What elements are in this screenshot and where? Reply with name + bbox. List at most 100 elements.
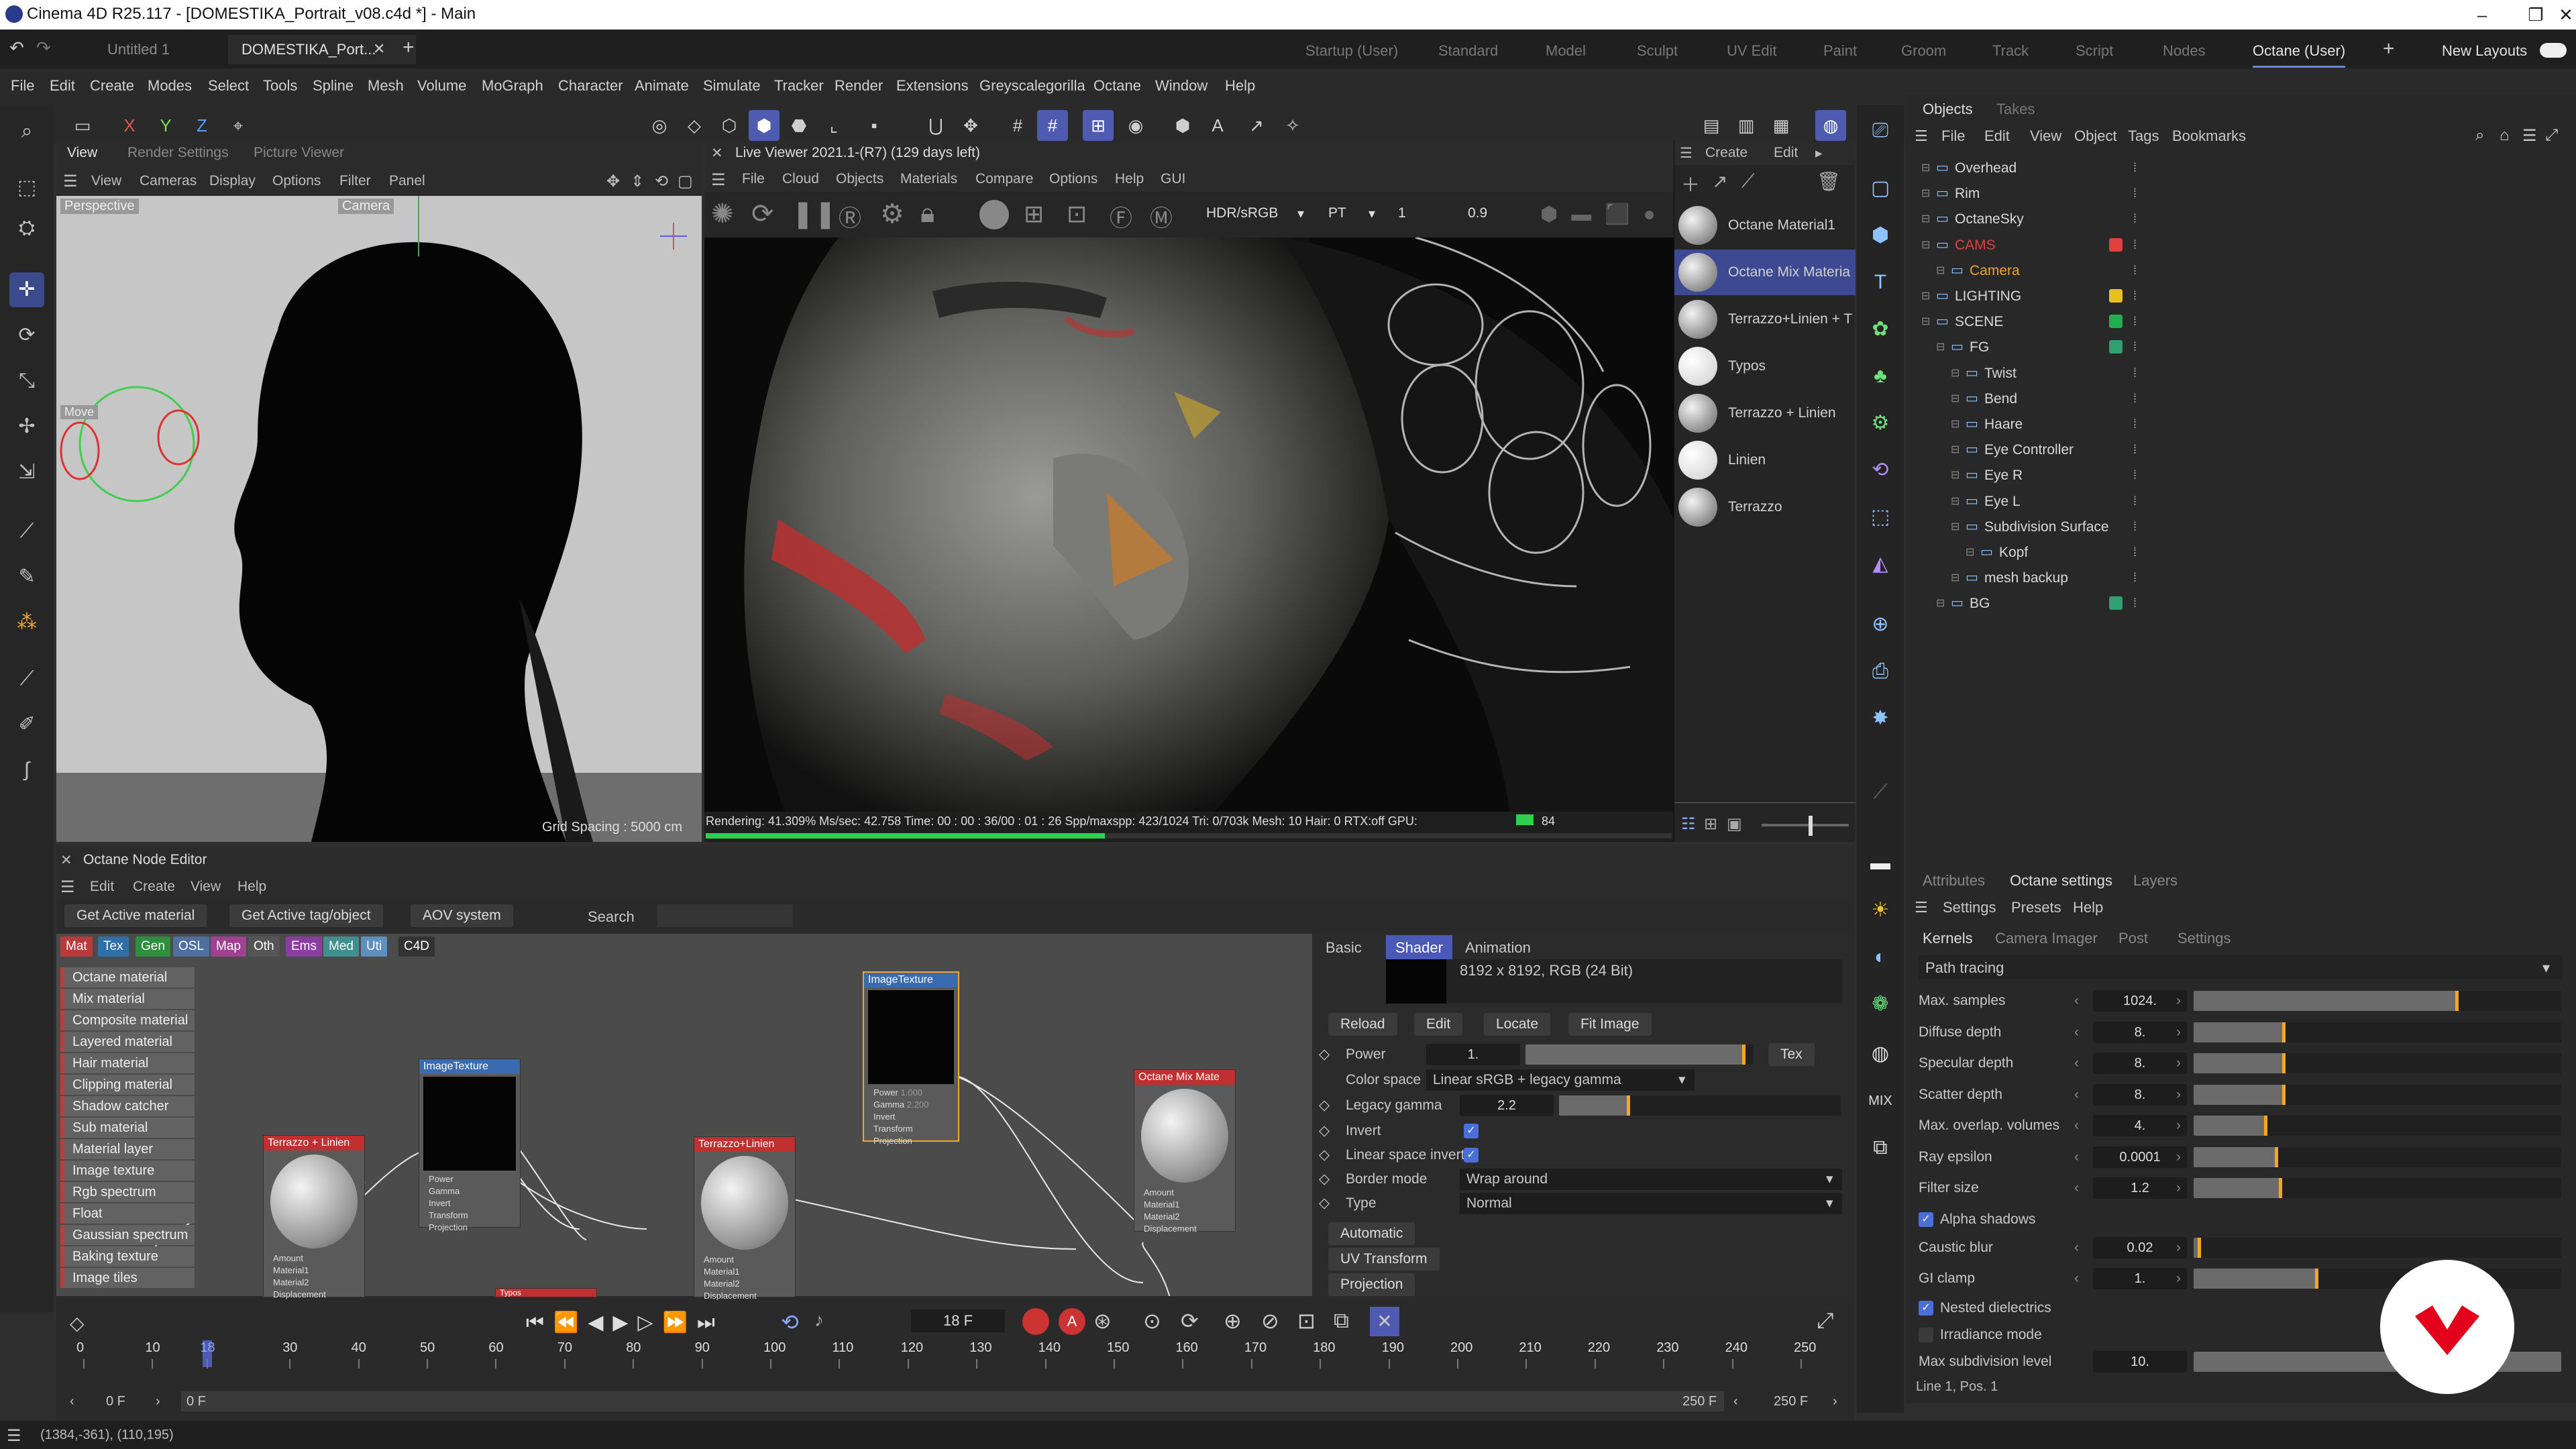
pin-mix-displacement[interactable]: Displacement xyxy=(1134,1223,1235,1235)
obj-menu-tags[interactable]: Tags xyxy=(2128,127,2159,145)
layout-startup[interactable]: Startup (User) xyxy=(1305,36,1398,66)
menu-extensions[interactable]: Extensions xyxy=(896,77,969,95)
expand-icon[interactable]: ⊟ xyxy=(1951,412,1960,437)
pin-power[interactable]: Power xyxy=(419,1173,520,1185)
pin-material1[interactable]: Material1 xyxy=(264,1265,364,1277)
mat-menu-more-icon[interactable]: ▸ xyxy=(1815,145,1823,162)
viewport-tab-view[interactable]: View xyxy=(67,145,97,161)
paint-icon[interactable]: ✎ xyxy=(9,559,44,594)
key-pla-icon[interactable]: ⊡ xyxy=(1297,1308,1316,1334)
node-canvas[interactable]: Terrazzo + Linien Amount Material1 Mater… xyxy=(56,934,1312,1301)
ne-menu-edit[interactable]: Edit xyxy=(90,879,114,895)
preview-range-bar[interactable]: 0 F xyxy=(181,1391,1724,1411)
lv-pause-icon[interactable]: ❚❚ xyxy=(792,199,837,229)
mat-add-icon[interactable]: ＋ xyxy=(1681,170,1700,197)
expand-icon[interactable]: ⊟ xyxy=(1966,540,1974,565)
layout-octane[interactable]: Octane (User) xyxy=(2253,36,2346,68)
object-row[interactable]: ⊟ ▭ BG ⁞ xyxy=(1905,591,2576,616)
lv-f-icon[interactable]: Ⓕ xyxy=(1110,200,1132,233)
expand-icon[interactable]: ⊟ xyxy=(1936,258,1945,283)
object-row[interactable]: ⊟ ▭ Twist ⁞ xyxy=(1905,361,2576,386)
setting-slider[interactable] xyxy=(2194,1084,2561,1105)
lv-kernel-chevron-icon[interactable]: ▾ xyxy=(1368,205,1375,222)
close-tab-icon[interactable]: ✕ xyxy=(373,40,385,58)
lv-menu-objects[interactable]: Objects xyxy=(836,171,883,187)
current-frame-field[interactable]: 18 F xyxy=(911,1309,1005,1332)
ne-hamburger-icon[interactable]: ☰ xyxy=(60,877,75,897)
decrement-arrow[interactable]: ‹ xyxy=(2074,1049,2079,1078)
maximize-view-icon[interactable]: ▢ xyxy=(678,172,693,191)
linear-invert-keyframe-icon[interactable]: ◇ xyxy=(1319,1143,1330,1167)
node-imagetexture-2[interactable]: ImageTexture Power 1.000 Gamma 2.200 Inv… xyxy=(863,971,959,1146)
get-active-tag-button[interactable]: Get Active tag/object xyxy=(229,904,383,927)
select-icon[interactable]: ⬚ xyxy=(9,170,44,205)
disabled-tool-icon[interactable]: ⟋ xyxy=(1864,775,1897,809)
cloner-icon[interactable]: ♣ xyxy=(1864,360,1897,393)
node-list-item[interactable]: Image texture xyxy=(60,1161,195,1181)
node-list-item[interactable]: Composite material xyxy=(60,1010,195,1030)
pin-material2-2[interactable]: Material2 xyxy=(694,1278,795,1290)
menu-tools[interactable]: Tools xyxy=(263,77,297,95)
end-left-arrow[interactable]: ‹ xyxy=(1733,1394,1738,1409)
lv-value2-field[interactable]: 0.9 xyxy=(1468,205,1487,221)
slider-handle[interactable] xyxy=(2197,1238,2201,1258)
object-row[interactable]: ⊟ ▭ OctaneSky ⁞ xyxy=(1905,207,2576,231)
layer-color-swatch[interactable] xyxy=(2109,315,2123,329)
expand-icon[interactable]: ⊟ xyxy=(1951,437,1960,462)
menu-octane[interactable]: Octane xyxy=(1093,77,1141,95)
object-row[interactable]: ⊟ ▭ Camera ⁞ xyxy=(1905,258,2576,283)
transform-icon[interactable]: ✢ xyxy=(9,409,44,444)
menu-volume[interactable]: Volume xyxy=(417,77,466,95)
keyframe-settings-icon[interactable]: ⊛ xyxy=(1093,1308,1112,1334)
expand-icon[interactable]: ⊟ xyxy=(1951,386,1960,411)
expand-icon[interactable]: ⊟ xyxy=(1921,284,1930,309)
start-right-arrow[interactable]: › xyxy=(156,1394,160,1409)
viewport-menu-panel[interactable]: Panel xyxy=(389,173,425,189)
alpha-shadows-checkbox[interactable]: ✓ xyxy=(1919,1212,1933,1227)
hamburger-icon[interactable]: ☰ xyxy=(63,172,78,191)
slider-handle[interactable] xyxy=(2315,1269,2319,1289)
type-select[interactable]: Normal xyxy=(1460,1193,1842,1214)
solo-icon[interactable]: ▪ xyxy=(859,110,890,141)
lv-menu-compare[interactable]: Compare xyxy=(975,171,1033,187)
key-all-icon[interactable]: ⧉ xyxy=(1334,1308,1349,1334)
visibility-icon[interactable]: ⁞ xyxy=(2133,335,2137,360)
decrement-arrow[interactable]: ‹ xyxy=(2074,1111,2079,1140)
mat-menu-edit[interactable]: Edit xyxy=(1774,145,1798,161)
pin-material2[interactable]: Material2 xyxy=(264,1277,364,1289)
border-mode-keyframe-icon[interactable]: ◇ xyxy=(1319,1167,1330,1191)
decrement-arrow[interactable]: ‹ xyxy=(2074,1142,2079,1172)
node-list-item[interactable]: Layered material xyxy=(60,1032,195,1052)
light-icon[interactable]: ✸ xyxy=(1864,702,1897,735)
octane-sky-icon[interactable]: ◐ xyxy=(1864,941,1897,974)
key-scale-icon[interactable]: ⊕ xyxy=(1224,1308,1242,1334)
z-axis-icon[interactable]: Z xyxy=(186,110,217,141)
visibility-icon[interactable]: ⁞ xyxy=(2133,284,2137,309)
invert-keyframe-icon[interactable]: ◇ xyxy=(1319,1119,1330,1143)
lv-material-ball-icon[interactable] xyxy=(979,200,1009,229)
tab-domestika[interactable]: DOMESTIKA_Port... xyxy=(228,35,416,64)
list-view-icon[interactable]: ☷ xyxy=(1681,814,1696,834)
aov-system-button[interactable]: AOV system xyxy=(411,904,513,927)
x-axis-icon[interactable]: X xyxy=(114,110,145,141)
mat-hamburger-icon[interactable]: ☰ xyxy=(1680,145,1693,162)
setting-slider[interactable] xyxy=(2194,1146,2561,1167)
slider-handle[interactable] xyxy=(2275,1146,2279,1167)
viewport-menu-filter[interactable]: Filter xyxy=(339,173,371,189)
pin-amount[interactable]: Amount xyxy=(264,1252,364,1265)
material-item[interactable]: Terrazzo xyxy=(1674,484,1856,530)
live-select-icon[interactable]: ⛭ xyxy=(9,211,44,246)
layout-uv-edit[interactable]: UV Edit xyxy=(1727,36,1777,66)
border-mode-select[interactable]: Wrap around xyxy=(1460,1169,1842,1190)
timeline-ruler[interactable]: 0 10 18 30 40 50 60 70 80 90 100 110 120 130 140 150 160… xyxy=(76,1340,1827,1374)
attr-menu-help[interactable]: Help xyxy=(2073,899,2103,916)
record-icon[interactable] xyxy=(1022,1308,1049,1335)
pin-power-2[interactable]: Power 1.000 xyxy=(864,1087,958,1099)
visibility-icon[interactable]: ⁞ xyxy=(2133,515,2137,539)
layout-toggle[interactable] xyxy=(2540,43,2567,58)
obj-menu-object[interactable]: Object xyxy=(2074,127,2117,145)
live-viewer-render[interactable] xyxy=(704,237,1674,812)
increment-arrow[interactable]: › xyxy=(2176,1173,2181,1203)
material-item[interactable]: Octane Material1 xyxy=(1674,203,1856,248)
octane-sun-icon[interactable]: ☀ xyxy=(1864,894,1897,927)
